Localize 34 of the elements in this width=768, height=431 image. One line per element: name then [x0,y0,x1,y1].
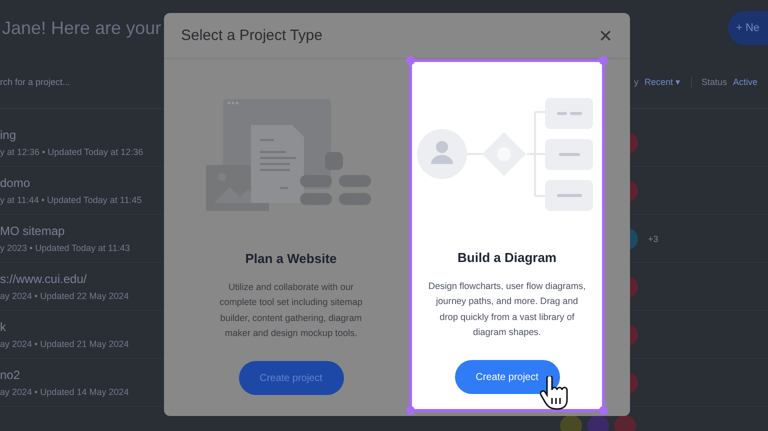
project-name[interactable]: MO sitemap [0,224,65,238]
filter-label: Status [702,77,728,87]
more-members-count: +3 [648,234,658,244]
project-name[interactable]: no2 [0,368,20,382]
new-project-button[interactable]: + Ne [728,11,768,45]
card-title: Plan a Website [245,251,337,266]
project-meta: ay 2024 • Updated 21 May 2024 [0,339,129,349]
filter-dropdown[interactable]: Recent ▾ [644,77,681,87]
selection-handle[interactable] [406,406,415,415]
card-description: Utilize and collaborate with our complete tool set including sitemap builder, content gathering, diagram maker and design mockup tools. [218,281,364,340]
selection-handle[interactable] [599,56,608,65]
close-button[interactable]: × [595,24,616,46]
project-name[interactable]: s://www.cui.edu/ [0,272,87,286]
selection-handle[interactable] [599,406,608,415]
project-name[interactable]: domo [0,176,30,190]
project-meta: ay 2024 • Updated 22 May 2024 [0,291,129,301]
project-meta: ay 2024 • Updated 14 May 2024 [0,387,129,397]
project-name[interactable]: ing [0,128,16,142]
create-project-button[interactable]: Create project [238,361,344,396]
filter-dropdown[interactable]: Active [733,77,758,87]
project-type-card[interactable]: Plan a Website Utilize and collaborate with our complete tool set including sitemap builder, content gathering, diagram maker and design mockup tools. Create project [181,59,401,412]
card-description: Design flowcharts, user flow diagrams, journey paths, and more. Drag and drop quickly from a vast library of diagram shapes. [427,280,587,339]
project-meta: y at 12:36 • Updated Today at 12:36 [0,147,144,157]
page-heading: Jane! Here are your [2,18,162,38]
card-title: Build a Diagram [458,250,556,265]
project-type-card[interactable]: Build a Diagram Design flowcharts, user flow diagrams, journey paths, and more. Drag and drop quickly from a vast library of diagram shapes. Create project [409,59,605,412]
create-project-button[interactable]: Create project [454,360,560,394]
dialog-title: Select a Project Type [181,27,322,44]
project-meta: y 2023 • Updated Today at 11:43 [0,243,130,253]
selection-handle[interactable] [406,56,415,65]
filter-label: y [634,77,638,87]
project-name[interactable]: k [0,320,6,334]
hand-cursor-icon [540,376,568,410]
project-meta: y at 11:44 • Updated Today at 11:45 [0,195,142,205]
